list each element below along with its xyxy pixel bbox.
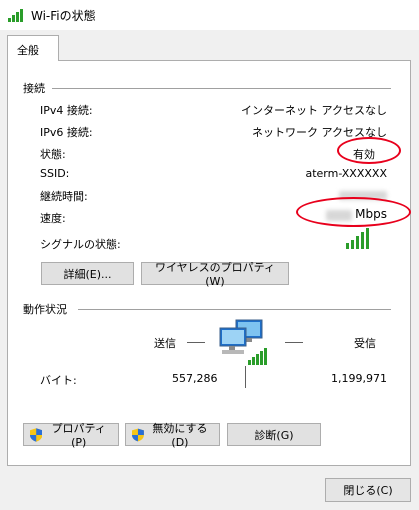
properties-button-label: プロパティ(P) [51, 422, 106, 449]
duration-label: 継続時間: [40, 190, 88, 203]
tab-general-label: 全般 [17, 44, 39, 57]
speed-highlight-oval [296, 197, 411, 227]
received-line [285, 342, 303, 343]
state-label: 状態: [40, 148, 66, 161]
uac-shield-icon [30, 427, 43, 442]
wireless-properties-button[interactable]: ワイヤレスのプロパティ(W) [141, 261, 289, 288]
connection-heading: 接続 [23, 82, 45, 95]
sent-label: 送信 [154, 337, 176, 350]
uac-shield-icon [132, 428, 144, 441]
activity-separator [78, 309, 391, 310]
received-label: 受信 [354, 337, 376, 350]
activity-heading: 動作状況 [23, 303, 67, 316]
disable-button-label: 無効にする(D) [152, 422, 208, 449]
bytes-sent-value: 557,286 [172, 372, 218, 385]
signal-label: シグナルの状態: [40, 238, 121, 251]
wifi-signal-icon [8, 9, 23, 22]
sent-line [187, 342, 205, 343]
window-title: Wi-Fiの状態 [31, 9, 96, 23]
title-bar: Wi-Fiの状態 [0, 0, 419, 30]
ssid-value: aterm-XXXXXX [305, 167, 387, 180]
diagnose-button[interactable]: 診断(G) [227, 423, 321, 446]
properties-button[interactable]: プロパティ(P) [23, 422, 119, 449]
network-computers-icon [219, 319, 267, 365]
bytes-received-value: 1,199,971 [331, 372, 387, 385]
disable-button[interactable]: 無効にする(D) [125, 422, 220, 449]
state-highlight-oval [337, 137, 401, 164]
wifi-status-dialog: Wi-Fiの状態 全般 接続 IPv4 接続: インターネット アクセスなし I… [0, 0, 419, 510]
close-button[interactable]: 閉じる(C) [325, 478, 411, 502]
ipv4-label: IPv4 接続: [40, 104, 93, 117]
ssid-label: SSID: [40, 167, 70, 180]
bytes-divider [245, 366, 246, 388]
details-button[interactable]: 詳細(E)... [41, 262, 134, 285]
ipv4-value: インターネット アクセスなし [241, 104, 387, 117]
bytes-label: バイト: [40, 374, 77, 387]
tab-general[interactable]: 全般 [7, 35, 59, 61]
signal-strength-icon [346, 228, 369, 249]
connection-separator [52, 88, 391, 89]
ipv6-label: IPv6 接続: [40, 126, 93, 139]
speed-label: 速度: [40, 212, 66, 225]
